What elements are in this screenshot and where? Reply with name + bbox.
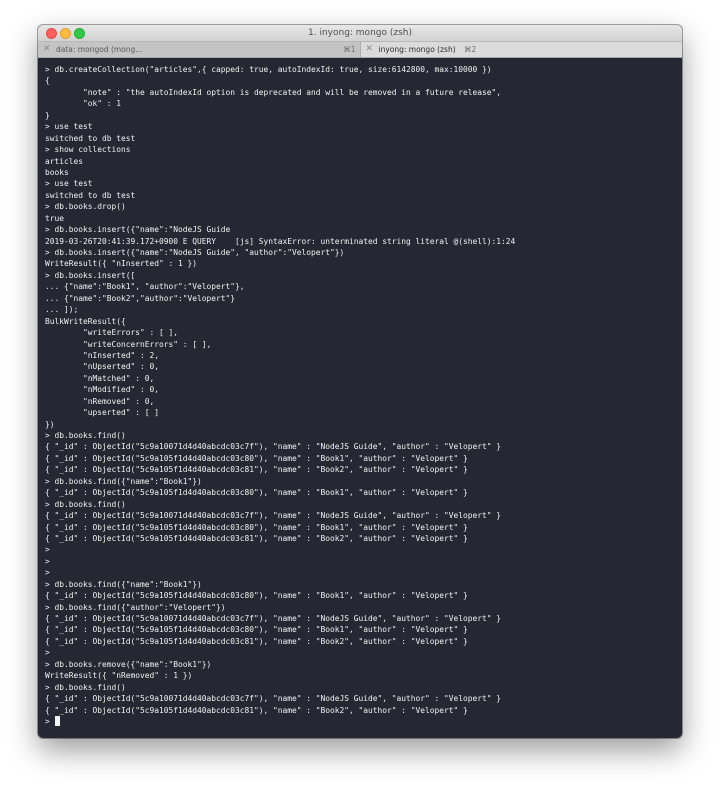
terminal-line: true	[45, 213, 65, 223]
terminal-line: }	[45, 110, 50, 120]
terminal-line: >	[45, 556, 50, 566]
terminal-line: > show collections	[45, 145, 131, 155]
terminal-line: { "_id" : ObjectId("5c9a105f1d4d40abcdc0…	[45, 705, 468, 715]
terminal-line: BulkWriteResult({	[45, 316, 126, 326]
terminal-line: ... {"name":"Book1", "author":"Velopert"…	[45, 282, 245, 292]
terminal-line: { "_id" : ObjectId("5c9a105f1d4d40abcdc0…	[45, 591, 468, 601]
terminal-line: > db.books.find({"name":"Book1"})	[45, 579, 202, 589]
terminal-line: {	[45, 76, 50, 86]
tab-label: inyong: mongo (zsh)	[378, 45, 456, 54]
terminal-line: > db.books.find({"author":"Velopert"})	[45, 602, 226, 612]
terminal-line: { "_id" : ObjectId("5c9a105f1d4d40abcdc0…	[45, 488, 468, 498]
terminal-line: switched to db test	[45, 133, 136, 143]
terminal-line: "nUpserted" : 0,	[45, 362, 160, 372]
terminal-line: articles	[45, 156, 84, 166]
terminal-line: "ok" : 1	[45, 99, 122, 109]
terminal-line: > db.books.insert({"name":"NodeJS Guide	[45, 225, 231, 235]
terminal-line: { "_id" : ObjectId("5c9a10071d4d40abcdc0…	[45, 614, 502, 623]
terminal-line: WriteResult({ "nRemoved" : 1 })	[45, 671, 193, 681]
terminal-line: "nMatched" : 0,	[45, 373, 155, 383]
terminal-line: { "_id" : ObjectId("5c9a105f1d4d40abcdc0…	[45, 533, 468, 543]
tab-bar: ✕ data: mongod (mong... ⌘1 ✕ inyong: mon…	[38, 42, 682, 58]
tab-shortcut: ⌘1	[343, 45, 356, 54]
terminal-line: >	[45, 648, 50, 658]
terminal-line: { "_id" : ObjectId("5c9a105f1d4d40abcdc0…	[45, 625, 468, 635]
terminal-line: > db.books.find()	[45, 499, 126, 509]
close-tab-icon[interactable]: ✕	[366, 42, 374, 57]
terminal-line: { "_id" : ObjectId("5c9a105f1d4d40abcdc0…	[45, 465, 468, 475]
terminal-line: })	[45, 419, 55, 429]
shell-prompt: >	[45, 716, 55, 726]
terminal-line: "nModified" : 0,	[45, 385, 160, 395]
terminal-line: >	[45, 545, 50, 555]
terminal-window: 1. inyong: mongo (zsh) ✕ data: mongod (m…	[38, 25, 682, 738]
terminal-line: { "_id" : ObjectId("5c9a105f1d4d40abcdc0…	[45, 636, 468, 646]
terminal-line: > db.books.find()	[45, 682, 126, 692]
terminal-line: > db.books.find()	[45, 431, 126, 440]
terminal-line: ... {"name":"Book2","author":"Velopert"}	[45, 293, 236, 303]
terminal-line: >	[45, 568, 50, 578]
terminal-line: { "_id" : ObjectId("5c9a105f1d4d40abcdc0…	[45, 453, 468, 463]
terminal-line: { "_id" : ObjectId("5c9a10071d4d40abcdc0…	[45, 511, 502, 521]
terminal-line: switched to db test	[45, 190, 136, 200]
tab-mongo-shell[interactable]: ✕ inyong: mongo (zsh) ⌘2	[359, 42, 682, 57]
window-title: 1. inyong: mongo (zsh)	[308, 28, 412, 38]
terminal-line: books	[45, 167, 69, 177]
terminal-line: > use test	[45, 179, 93, 189]
terminal-line: { "_id" : ObjectId("5c9a10071d4d40abcdc0…	[45, 442, 502, 452]
terminal-line: > db.books.find({"name":"Book1"})	[45, 476, 202, 486]
tab-shortcut: ⌘2	[464, 45, 477, 54]
terminal-line: > db.books.remove({"name":"Book1"})	[45, 659, 212, 669]
terminal-output[interactable]: > db.createCollection("articles",{ cappe…	[38, 58, 682, 727]
terminal-line: { "_id" : ObjectId("5c9a10071d4d40abcdc0…	[45, 694, 502, 704]
terminal-line: "nInserted" : 2,	[45, 350, 160, 360]
terminal-line: "nRemoved" : 0,	[45, 396, 155, 406]
title-bar[interactable]: 1. inyong: mongo (zsh)	[38, 25, 682, 42]
terminal-line: "writeConcernErrors" : [ ],	[45, 339, 212, 349]
terminal-line: { "_id" : ObjectId("5c9a105f1d4d40abcdc0…	[45, 522, 468, 532]
terminal-line: WriteResult({ "nInserted" : 1 })	[45, 259, 198, 269]
terminal-line: > db.books.drop()	[45, 202, 126, 212]
terminal-prompt-line[interactable]: >	[45, 715, 682, 727]
tab-label: data: mongod (mong...	[56, 45, 143, 54]
terminal-line: > db.createCollection("articles",{ cappe…	[45, 65, 492, 74]
close-tab-icon[interactable]: ✕	[43, 42, 51, 57]
tab-mongod[interactable]: ✕ data: mongod (mong... ⌘1	[38, 42, 360, 57]
text-cursor	[54, 715, 60, 726]
terminal-line: > db.books.insert([	[45, 270, 136, 280]
terminal-line: "note" : "the autoIndexId option is depr…	[45, 87, 502, 97]
terminal-line: "upserted" : [ ]	[45, 408, 160, 418]
terminal-line: 2019-03-26T20:41:39.172+0900 E QUERY [js…	[45, 236, 516, 246]
terminal-line: > db.books.insert({"name":"NodeJS Guide"…	[45, 248, 345, 257]
terminal-line: "writeErrors" : [ ],	[45, 328, 179, 338]
terminal-line: ... ]);	[45, 305, 79, 315]
terminal-line: > use test	[45, 122, 93, 132]
